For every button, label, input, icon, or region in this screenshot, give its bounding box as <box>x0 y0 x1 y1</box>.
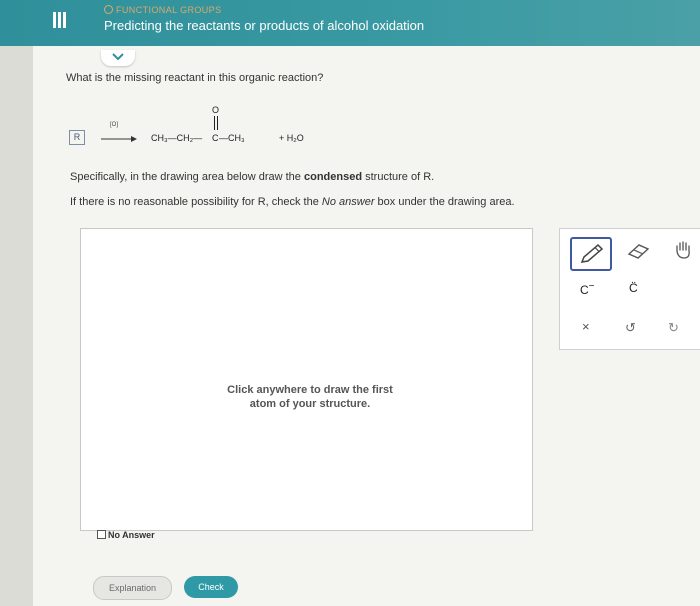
pencil-tool-button[interactable] <box>570 237 612 271</box>
check-button[interactable]: Check <box>184 576 238 598</box>
topic-label: FUNCTIONAL GROUPS <box>104 5 221 15</box>
instruction-italic: No answer <box>321 196 375 208</box>
question-prompt: What is the missing reactant in this org… <box>66 72 324 84</box>
reagent-label: [O] <box>110 122 119 128</box>
instruction-line-1: Specifically, in the drawing area below … <box>70 171 434 183</box>
topic-text: FUNCTIONAL GROUPS <box>116 5 222 15</box>
no-answer-label: No Answer <box>108 530 155 540</box>
pencil-icon <box>580 243 604 263</box>
eraser-icon[interactable] <box>626 241 652 261</box>
byproduct-water: + H₂O <box>279 133 304 143</box>
undo-icon[interactable]: ↺ <box>625 320 636 336</box>
checkbox-icon[interactable] <box>97 530 106 539</box>
hint-line-1: Click anywhere to draw the first <box>227 384 393 396</box>
carbonyl-double-bond <box>214 116 218 130</box>
page-title: Predicting the reactants or products of … <box>104 18 425 33</box>
menu-icon[interactable] <box>40 7 76 41</box>
product-chain-right: —CH₃ <box>219 133 245 143</box>
instruction-text: If there is no reasonable possibility fo… <box>70 196 322 208</box>
explanation-button[interactable]: Explanation <box>93 576 172 600</box>
drawing-hint: Click anywhere to draw the first atom of … <box>195 383 425 411</box>
collapse-toggle[interactable] <box>101 50 135 66</box>
topic-status-icon <box>104 5 113 14</box>
reactant-r-box: R <box>69 130 85 145</box>
drawing-area[interactable] <box>80 228 533 531</box>
hand-icon[interactable] <box>673 239 695 261</box>
carbanion-charge: − <box>588 281 595 292</box>
carbon-lone-pair-icon[interactable]: C̈ <box>629 281 638 295</box>
redo-icon[interactable]: ↻ <box>668 320 679 336</box>
drawing-toolbox: C− C̈ × ↺ ↻ <box>559 228 700 350</box>
carbanion-label: C <box>580 283 589 297</box>
instruction-bold: condensed <box>303 171 363 183</box>
instruction-text: structure of R. <box>362 171 435 183</box>
product-chain-left: CH₃—CH₂— <box>151 133 203 143</box>
carbonyl-carbon: C <box>212 133 219 143</box>
instruction-line-2: If there is no reasonable possibility fo… <box>70 196 515 208</box>
no-answer-checkbox[interactable]: No Answer <box>97 530 155 540</box>
carbonyl-oxygen: O <box>212 105 220 115</box>
instruction-text: Specifically, in the drawing area below … <box>70 171 304 183</box>
carbanion-icon[interactable]: C− <box>580 281 595 297</box>
reaction-arrow-icon <box>101 136 137 142</box>
hint-line-2: atom of your structure. <box>249 398 371 410</box>
reaction-scheme: R [O] CH₃—CH₂— O C —CH₃ + H₂O <box>66 104 396 154</box>
instruction-text: box under the drawing area. <box>374 196 515 208</box>
chevron-down-icon <box>112 53 124 61</box>
header-bar: FUNCTIONAL GROUPS Predicting the reactan… <box>0 0 700 46</box>
clear-icon[interactable]: × <box>582 319 590 334</box>
